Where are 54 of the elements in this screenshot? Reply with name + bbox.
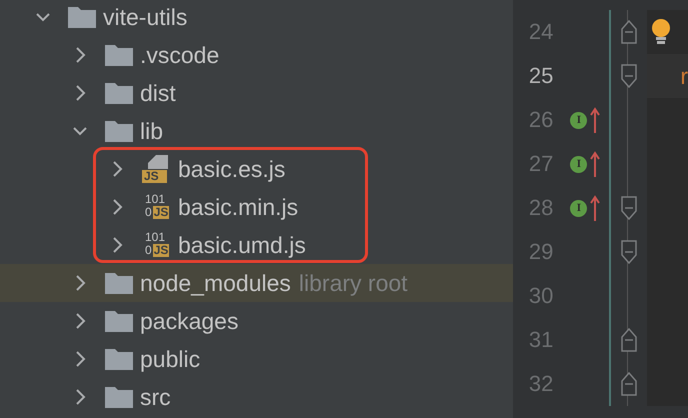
implemented-marker[interactable]: I (570, 112, 588, 128)
tree-row[interactable]: 101 0 JS basic.min.js (0, 188, 514, 226)
line-number: 25 (528, 63, 554, 89)
file-name: node_modules (140, 270, 291, 296)
code-text: r (679, 62, 688, 90)
fold-start-icon[interactable] (621, 196, 638, 220)
folder-icon (105, 348, 133, 370)
line-number: 26 (528, 107, 554, 133)
folder-icon (105, 44, 133, 66)
line-number: 27 (528, 151, 554, 177)
implemented-marker[interactable]: I (570, 200, 588, 216)
tree-row[interactable]: 101 0 JS basic.umd.js (0, 226, 514, 264)
tree-row[interactable]: vite-utils (0, 0, 514, 36)
file-name: vite-utils (103, 4, 188, 30)
fold-start-icon[interactable] (621, 240, 638, 264)
file-name: src (140, 384, 171, 410)
fold-end-icon[interactable] (621, 20, 638, 44)
tree-row[interactable]: JS basic.es.js (0, 150, 514, 188)
fold-end-icon[interactable] (621, 328, 638, 352)
tree-row[interactable]: .vscode (0, 36, 514, 74)
fold-end-icon[interactable] (621, 372, 638, 396)
line-number: 30 (528, 283, 554, 309)
line-number: 32 (528, 371, 554, 397)
implemented-marker[interactable]: I (570, 156, 588, 172)
tree-row[interactable]: packages (0, 302, 514, 340)
folder-icon (105, 310, 133, 332)
file-name: public (140, 346, 200, 372)
folder-icon (105, 120, 133, 142)
lightbulb-icon[interactable] (651, 19, 672, 45)
file-name: dist (140, 80, 176, 106)
tree-row[interactable]: src (0, 378, 514, 416)
library-hint: library root (298, 270, 408, 296)
folder-icon (105, 82, 133, 104)
tree-row[interactable]: lib (0, 112, 514, 150)
line-number: 29 (528, 239, 554, 265)
file-name: packages (140, 308, 238, 334)
fold-start-icon[interactable] (621, 64, 638, 88)
file-name: basic.umd.js (178, 232, 306, 258)
file-name: .vscode (140, 42, 220, 68)
file-name: basic.min.js (178, 194, 298, 220)
file-name: lib (140, 118, 164, 144)
folder-icon (68, 6, 96, 28)
tree-row[interactable]: node_modules library root (0, 264, 514, 302)
arrow-up-icon[interactable] (590, 107, 600, 133)
line-number: 24 (528, 19, 554, 45)
folder-icon (105, 386, 133, 408)
file-name: basic.es.js (178, 156, 286, 182)
arrow-up-icon[interactable] (590, 195, 600, 221)
tree-row[interactable]: dist (0, 74, 514, 112)
tree-row[interactable]: public (0, 340, 514, 378)
line-number: 28 (528, 195, 554, 221)
arrow-up-icon[interactable] (590, 151, 600, 177)
line-number: 31 (528, 327, 554, 353)
folder-icon (105, 272, 133, 294)
